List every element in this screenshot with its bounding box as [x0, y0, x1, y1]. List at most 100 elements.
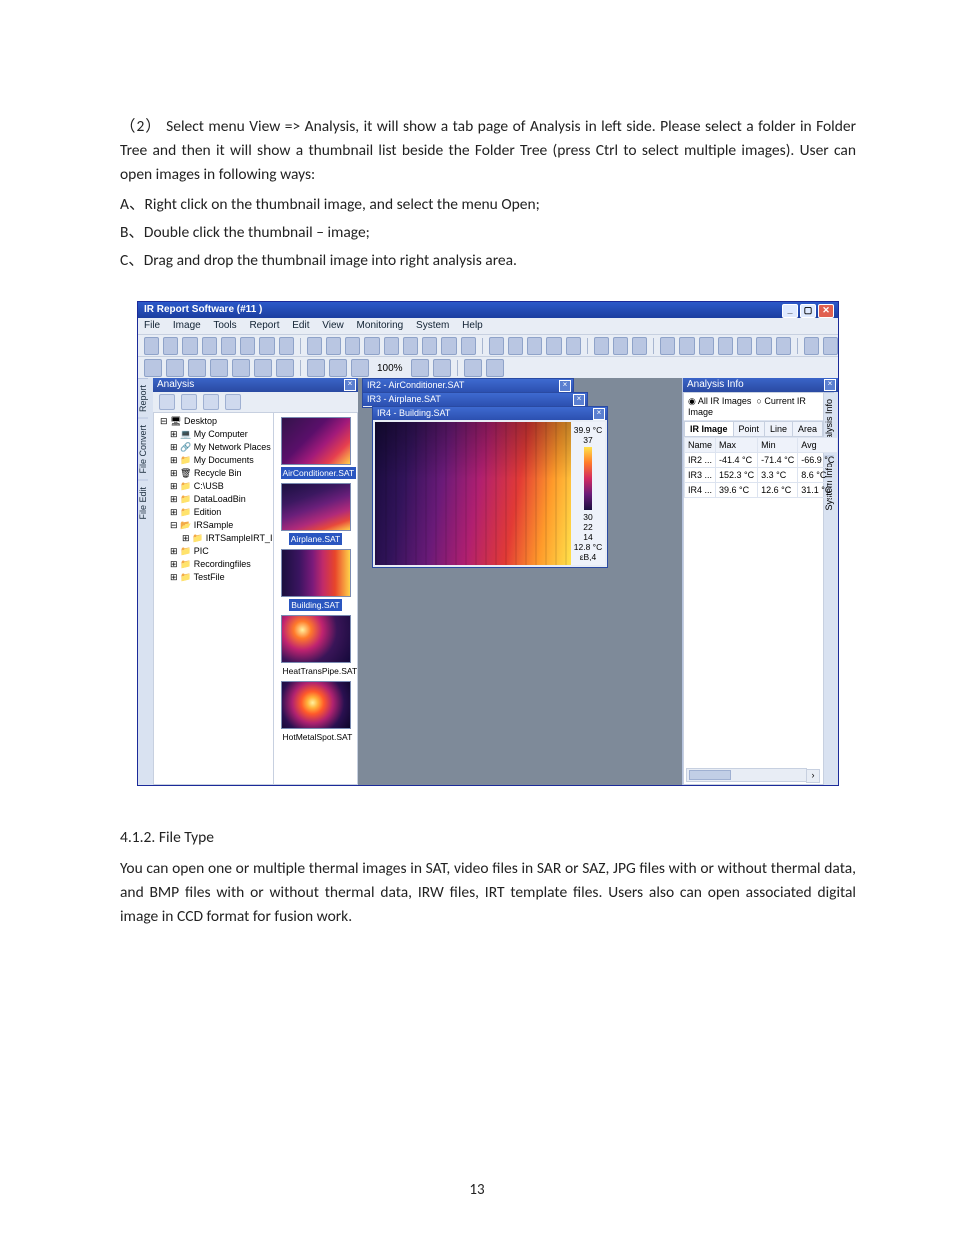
- tree-node[interactable]: ⊞ 📁 PIC: [156, 545, 274, 558]
- toolbar-icon[interactable]: [679, 337, 694, 355]
- toolbar-icon[interactable]: [823, 337, 838, 355]
- folder-tree[interactable]: ⊟ 🖥 Desktop ⊞ 💻 My Computer ⊞ 🔗 My Netwo…: [153, 412, 277, 785]
- menu-monitoring[interactable]: Monitoring: [357, 320, 404, 331]
- menu-report[interactable]: Report: [249, 320, 279, 331]
- thumbnail-item[interactable]: Airplane.SAT: [281, 483, 351, 545]
- tree-node[interactable]: ⊞ 📁 My Documents: [156, 454, 274, 467]
- toolbar-icon[interactable]: [202, 337, 217, 355]
- scrollbar-thumb[interactable]: [689, 770, 731, 780]
- toolbar-icon[interactable]: [221, 337, 236, 355]
- toolbar-icon[interactable]: [461, 337, 476, 355]
- tree-node[interactable]: ⊞ 📁 Edition: [156, 506, 274, 519]
- menu-image[interactable]: Image: [173, 320, 201, 331]
- tab-point[interactable]: Point: [733, 421, 766, 436]
- panel-tool-icon[interactable]: [203, 394, 219, 410]
- toolbar-icon[interactable]: [632, 337, 647, 355]
- toolbar-icon[interactable]: [737, 337, 752, 355]
- menu-tools[interactable]: Tools: [213, 320, 236, 331]
- tab-report[interactable]: Report: [138, 378, 148, 418]
- panel-tool-icon[interactable]: [225, 394, 241, 410]
- toolbar-icon[interactable]: [566, 337, 581, 355]
- tab-file-edit[interactable]: File Edit: [138, 480, 148, 526]
- tab-ir-image[interactable]: IR Image: [684, 421, 734, 436]
- toolbar-icon[interactable]: [718, 337, 733, 355]
- toolbar-icon[interactable]: [144, 359, 162, 377]
- tree-node[interactable]: ⊞ 💻 My Computer: [156, 428, 274, 441]
- menu-system[interactable]: System: [416, 320, 449, 331]
- table-row[interactable]: IR4 ...39.6 °C12.6 °C31.1 °C: [685, 483, 838, 498]
- toolbar-icon[interactable]: [699, 337, 714, 355]
- tree-node[interactable]: ⊞ 📁 Recordingfiles: [156, 558, 274, 571]
- thumbnail-item[interactable]: HotMetalSpot.SAT: [281, 681, 351, 743]
- table-row[interactable]: IR3 ...152.3 °C3.3 °C8.6 °C: [685, 468, 838, 483]
- toolbar-icon[interactable]: [210, 359, 228, 377]
- tree-node[interactable]: ⊞ 📁 DataLoadBin: [156, 493, 274, 506]
- toolbar-icon[interactable]: [166, 359, 184, 377]
- toolbar-icon[interactable]: [804, 337, 819, 355]
- toolbar-icon[interactable]: [326, 337, 341, 355]
- panel-tool-icon[interactable]: [181, 394, 197, 410]
- toolbar-icon[interactable]: [756, 337, 771, 355]
- toolbar-icon[interactable]: [489, 337, 504, 355]
- zoom-dropdown-icon[interactable]: [411, 359, 429, 377]
- toolbar-icon[interactable]: [144, 337, 159, 355]
- toolbar-icon[interactable]: [259, 337, 274, 355]
- toolbar-icon[interactable]: [307, 337, 322, 355]
- tree-node[interactable]: ⊟ 📂 IRSample: [156, 519, 274, 532]
- toolbar-icon[interactable]: [240, 337, 255, 355]
- panel-tool-icon[interactable]: [159, 394, 175, 410]
- tree-root[interactable]: ⊟ 🖥 Desktop: [156, 415, 274, 428]
- toolbar-icon[interactable]: [364, 337, 379, 355]
- toolbar-icon[interactable]: [422, 337, 437, 355]
- toolbar-icon[interactable]: [254, 359, 272, 377]
- panel-close-icon[interactable]: ×: [824, 379, 836, 391]
- tree-node[interactable]: ⊞ 📁 TestFile: [156, 571, 274, 584]
- menu-file[interactable]: File: [144, 320, 160, 331]
- toolbar-icon[interactable]: [776, 337, 791, 355]
- window-close-icon[interactable]: ×: [559, 380, 571, 392]
- toolbar-icon[interactable]: [613, 337, 628, 355]
- image-window-active[interactable]: IR4 - Building.SAT× 39.9 °C 37 30 22 14 …: [372, 406, 608, 568]
- redo-icon[interactable]: [486, 359, 504, 377]
- toolbar-icon[interactable]: [508, 337, 523, 355]
- thumbnail-item[interactable]: Building.SAT: [281, 549, 351, 611]
- toolbar-icon[interactable]: [660, 337, 675, 355]
- table-row[interactable]: IR2 ...-41.4 °C-71.4 °C-66.9 °C: [685, 453, 838, 468]
- tab-area[interactable]: Area: [792, 421, 823, 436]
- toolbar-icon[interactable]: [345, 337, 360, 355]
- horizontal-scrollbar[interactable]: ›: [686, 768, 807, 782]
- tab-line[interactable]: Line: [764, 421, 793, 436]
- panel-close-icon[interactable]: ×: [344, 379, 356, 391]
- tree-node[interactable]: ⊞ 📁 IRTSampleIRT_IRT: [156, 532, 274, 545]
- menu-view[interactable]: View: [322, 320, 344, 331]
- thumbnail-item[interactable]: AirConditioner.SAT: [281, 417, 351, 479]
- toolbar-icon[interactable]: [594, 337, 609, 355]
- tree-node[interactable]: ⊞ 🗑 Recycle Bin: [156, 467, 274, 480]
- toolbar-icon[interactable]: [546, 337, 561, 355]
- window-close-icon[interactable]: ×: [573, 394, 585, 406]
- minimize-button[interactable]: _: [782, 304, 798, 318]
- toolbar-icon[interactable]: [403, 337, 418, 355]
- menu-edit[interactable]: Edit: [292, 320, 309, 331]
- toolbar-icon[interactable]: [163, 337, 178, 355]
- scroll-right-icon[interactable]: ›: [806, 769, 820, 783]
- toolbar-icon[interactable]: [527, 337, 542, 355]
- toolbar-icon[interactable]: [279, 337, 294, 355]
- window-close-icon[interactable]: ×: [593, 408, 605, 420]
- thumbnail-item[interactable]: HeatTransPipe.SAT: [281, 615, 351, 677]
- radio-all-images[interactable]: ◉ All IR Images: [688, 396, 751, 406]
- toolbar-icon[interactable]: [441, 337, 456, 355]
- close-button[interactable]: ✕: [818, 304, 834, 318]
- tab-file-convert[interactable]: File Convert: [138, 418, 148, 480]
- menu-help[interactable]: Help: [462, 320, 483, 331]
- toolbar-icon[interactable]: [433, 359, 451, 377]
- toolbar-icon[interactable]: [384, 337, 399, 355]
- zoom-in-icon[interactable]: [329, 359, 347, 377]
- toolbar-icon[interactable]: [276, 359, 294, 377]
- toolbar-icon[interactable]: [188, 359, 206, 377]
- zoom-out-icon[interactable]: [307, 359, 325, 377]
- toolbar-icon[interactable]: [182, 337, 197, 355]
- undo-icon[interactable]: [464, 359, 482, 377]
- maximize-button[interactable]: ▢: [800, 304, 816, 318]
- tree-node[interactable]: ⊞ 🔗 My Network Places: [156, 441, 274, 454]
